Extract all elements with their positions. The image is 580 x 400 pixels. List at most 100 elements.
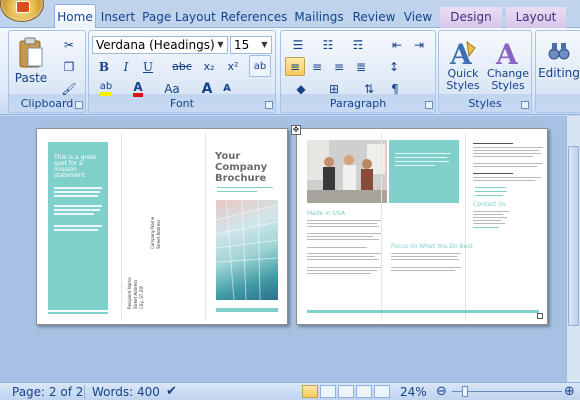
outdent-icon: ⇤ (391, 37, 403, 52)
text-line (473, 143, 513, 144)
draft-view-button[interactable] (374, 385, 390, 398)
change-styles-button[interactable]: A Change Styles (486, 33, 530, 97)
bullets-button[interactable]: ☰ (285, 35, 311, 54)
clipboard-launcher-icon[interactable] (75, 101, 83, 109)
justify-button[interactable]: ≣ (351, 57, 371, 76)
line-spacing-button[interactable]: ↕ (381, 57, 407, 76)
tab-review[interactable]: Review (350, 7, 398, 28)
tab-insert[interactable]: Insert (98, 7, 138, 28)
font-launcher-icon[interactable] (265, 101, 273, 109)
tab-references[interactable]: References (220, 7, 288, 28)
zoom-slider-track[interactable] (452, 391, 562, 392)
text-line (395, 157, 447, 158)
web-layout-view-button[interactable] (338, 385, 354, 398)
page-2[interactable]: ✥ Made in USA Focus on What You Do Best … (291, 125, 548, 325)
text-line (391, 259, 459, 260)
shrink-font-button[interactable]: A (217, 79, 237, 98)
text-line (473, 220, 501, 221)
italic-button[interactable]: I (116, 57, 136, 76)
text-line (307, 270, 377, 271)
text-line (473, 223, 505, 224)
tab-layout[interactable]: Layout (506, 7, 566, 28)
borders-button[interactable]: ⊞ (321, 79, 347, 98)
format-painter-button[interactable]: 🖌 (59, 79, 79, 98)
text-line (473, 173, 513, 174)
text-line (391, 267, 461, 268)
brochure-title: Your Company Brochure (215, 151, 268, 184)
shading-button[interactable]: ◆ (289, 79, 313, 98)
office-button[interactable] (0, 0, 44, 22)
building-lines (215, 199, 279, 301)
font-name-combo[interactable]: Verdana (Headings) ▼ (92, 36, 228, 54)
print-layout-view-button[interactable] (302, 385, 318, 398)
cut-button[interactable]: ✂ (59, 35, 79, 54)
text-line (54, 225, 102, 227)
multilevel-list-button[interactable]: ☶ (345, 35, 371, 54)
teal-rule (216, 308, 278, 312)
page-count[interactable]: Page: 2 of 2 (12, 384, 83, 400)
increase-indent-button[interactable]: ⇥ (409, 35, 429, 54)
text-line (473, 166, 537, 167)
underline-button[interactable]: U (138, 57, 158, 76)
decrease-indent-button[interactable]: ⇤ (387, 35, 407, 54)
full-screen-reading-view-button[interactable] (320, 385, 336, 398)
bold-button[interactable]: B (94, 57, 114, 76)
clear-formatting-button[interactable]: ab (249, 55, 271, 77)
paragraph-group: ☰ ☷ ☶ ⇤ ⇥ ≡ ≡ ≡ ≣ ↕ ◆ ⊞ ⇅ ¶ Paragraph (280, 30, 436, 113)
proofing-icon[interactable]: ✔ (166, 384, 177, 400)
editing-button[interactable]: Editing (538, 35, 580, 85)
paragraph-launcher-icon[interactable] (425, 101, 433, 109)
tab-design[interactable]: Design (440, 7, 502, 28)
numbering-button[interactable]: ☷ (315, 35, 341, 54)
fold-guide (381, 133, 382, 321)
binoculars-icon (548, 43, 570, 60)
strikethrough-button[interactable]: abc (169, 57, 195, 76)
tab-home[interactable]: Home (54, 4, 96, 29)
show-formatting-button[interactable]: ¶ (385, 79, 405, 98)
text-line (473, 211, 509, 212)
text-line (473, 214, 503, 215)
text-line (395, 161, 449, 162)
vertical-scrollbar[interactable] (566, 116, 580, 382)
change-case-button[interactable]: Aa (159, 79, 185, 98)
word-count[interactable]: Words: 400 (92, 384, 160, 400)
brush-icon: 🖌 (61, 81, 77, 96)
text-line (307, 220, 381, 221)
zoom-in-icon[interactable]: ⊕ (564, 384, 575, 400)
superscript-button[interactable]: x² (223, 57, 243, 76)
paste-button[interactable]: Paste (13, 35, 49, 87)
text-line (395, 153, 451, 154)
styles-group-label: Styles (468, 97, 502, 110)
clipboard-group-label: Clipboard (20, 97, 74, 110)
highlight-button[interactable]: ab (94, 79, 118, 98)
copy-button[interactable]: ❐ (59, 57, 79, 76)
resize-handle-icon[interactable] (537, 313, 543, 319)
tab-view[interactable]: View (400, 7, 436, 28)
page-1[interactable]: This is a great spot for a mission state… (36, 128, 288, 325)
align-left-button[interactable]: ≡ (285, 57, 305, 76)
zoom-slider-thumb[interactable] (462, 386, 468, 397)
font-size-combo[interactable]: 15 ▼ (230, 36, 272, 54)
text-line (473, 180, 535, 181)
subscript-button[interactable]: x₂ (199, 57, 219, 76)
align-center-button[interactable]: ≡ (307, 57, 327, 76)
quick-styles-button[interactable]: A Quick Styles (441, 33, 485, 97)
tab-mailings[interactable]: Mailings (292, 7, 346, 28)
font-color-button[interactable]: A (127, 79, 149, 98)
move-handle-icon[interactable]: ✥ (291, 125, 301, 135)
text-line (473, 153, 541, 154)
zoom-out-icon[interactable]: ⊖ (436, 384, 447, 400)
text-line (473, 156, 533, 157)
text-line (473, 147, 543, 148)
zoom-level[interactable]: 24% (400, 384, 427, 400)
outline-view-button[interactable] (356, 385, 372, 398)
align-right-button[interactable]: ≡ (329, 57, 349, 76)
indent-icon: ⇥ (413, 37, 425, 52)
document-area[interactable]: This is a great spot for a mission state… (0, 116, 566, 382)
sort-button[interactable]: ⇅ (359, 79, 379, 98)
styles-launcher-icon[interactable] (521, 101, 529, 109)
fold-guide (465, 133, 466, 321)
grow-font-button[interactable]: A (197, 79, 217, 98)
tab-page-layout[interactable]: Page Layout (142, 7, 216, 28)
scrollbar-thumb[interactable] (568, 146, 579, 326)
